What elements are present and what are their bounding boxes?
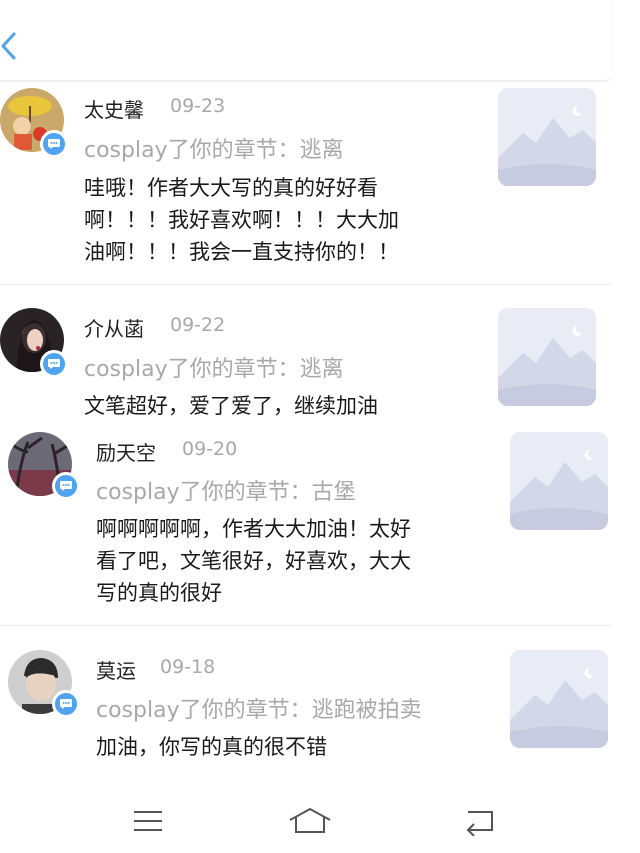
comment-line: 啊啊啊啊啊，作者大大加油！太好 [96,517,411,541]
back-button[interactable] [0,28,24,64]
comment-line: 加油，你写的真的很不错 [96,735,327,759]
comment-content: 文笔超好，爱了爱了，继续加油 [84,390,378,422]
comment-line: 看了吧，文笔很好，好喜欢，大大 [96,549,411,573]
image-placeholder-icon [510,432,608,530]
comment-date: 09-22 [170,314,226,336]
commenter-name[interactable]: 励天空 [96,437,156,466]
chapter-thumbnail[interactable] [498,88,596,186]
comment-line: 哇哦！作者大大写的真的好好看 [84,176,378,200]
top-bar [0,0,612,81]
comment-chapter[interactable]: cosplay了你的章节：逃离 [84,132,344,164]
divider [0,625,612,626]
comment-bubble-icon [48,359,60,369]
comment-line: 写的真的很好 [96,581,222,605]
chapter-thumbnail[interactable] [510,432,608,530]
comment-date: 09-23 [170,95,226,117]
comment-content: 哇哦！作者大大写的真的好好看 啊！！！我好喜欢啊！！！大大加 油啊！！！我会一直… [84,172,399,268]
comment-line: 啊！！！我好喜欢啊！！！大大加 [84,208,399,232]
commenter-name[interactable]: 莫运 [96,655,136,684]
comment-badge [40,350,68,378]
comment-chapter[interactable]: cosplay了你的章节：逃离 [84,351,344,383]
comment-content: 啊啊啊啊啊，作者大大加油！太好 看了吧，文笔很好，好喜欢，大大 写的真的很好 [96,513,411,609]
commenter-name[interactable]: 介从菡 [84,313,144,342]
comment-bubble-icon [60,699,72,709]
return-icon [466,811,493,837]
comment-content: 加油，你写的真的很不错 [96,731,327,763]
system-nav-bar [0,790,640,853]
nav-menu-button[interactable] [132,806,164,840]
comment-badge [52,472,80,500]
image-placeholder-icon [510,650,608,748]
menu-icon [134,811,162,831]
chevron-left-icon [1,32,16,60]
image-placeholder-icon [498,308,596,406]
commenter-name[interactable]: 太史馨 [84,94,144,123]
chapter-thumbnail[interactable] [498,308,596,406]
comment-bubble-icon [48,139,60,149]
nav-home-button[interactable] [288,806,332,840]
comment-badge [52,690,80,718]
home-icon [289,808,331,833]
image-placeholder-icon [498,88,596,186]
comment-date: 09-20 [182,438,238,460]
comment-line: 文笔超好，爱了爱了，继续加油 [84,394,378,418]
chapter-thumbnail[interactable] [510,650,608,748]
comment-chapter[interactable]: cosplay了你的章节：逃跑被拍卖 [96,692,422,724]
comment-line: 油啊！！！我会一直支持你的！！ [84,240,399,264]
comment-badge [40,130,68,158]
divider [0,284,612,285]
comment-bubble-icon [60,481,72,491]
comment-date: 09-18 [160,656,216,678]
nav-back-button[interactable] [462,806,496,840]
comment-chapter[interactable]: cosplay了你的章节：古堡 [96,474,356,506]
